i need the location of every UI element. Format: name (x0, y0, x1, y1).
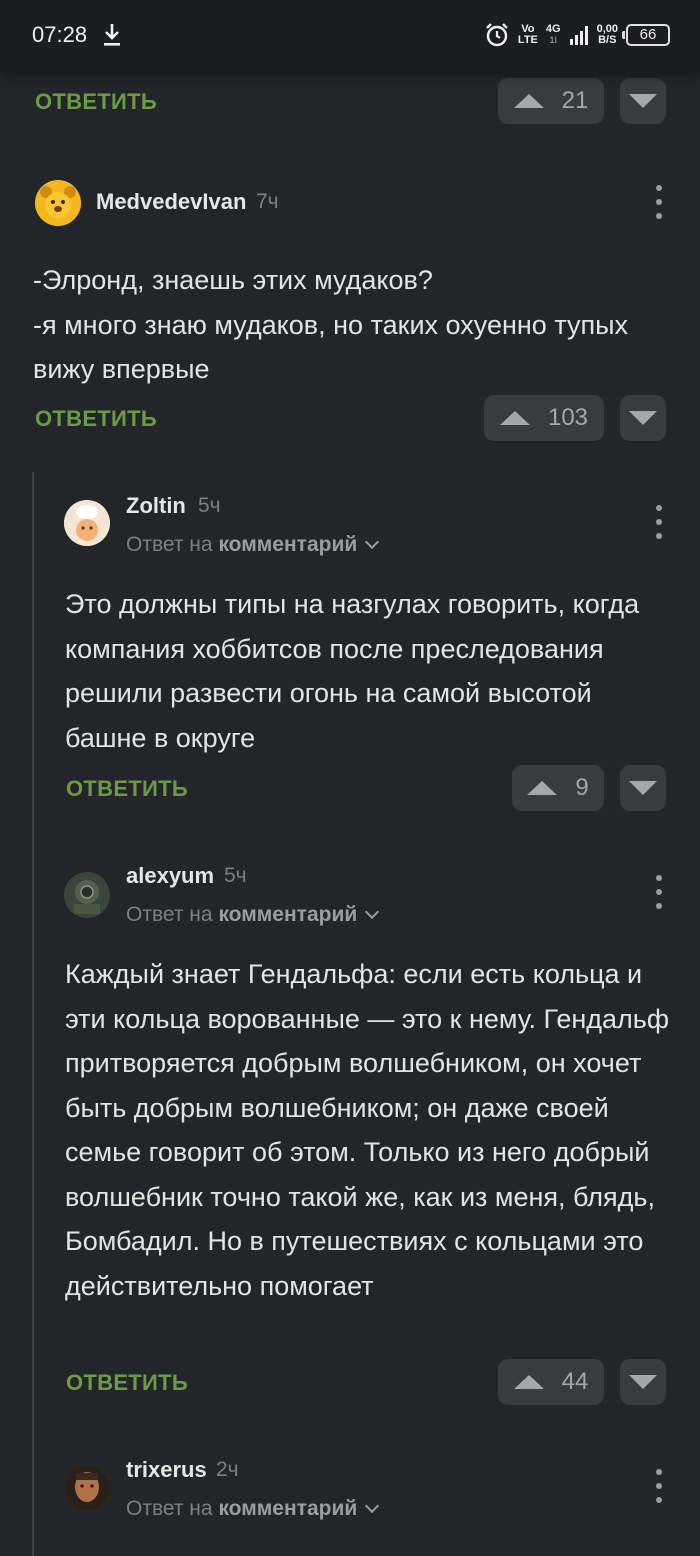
alarm-icon (486, 23, 508, 47)
reply-to-link[interactable]: Ответ на комментарий (126, 903, 380, 927)
downvote-button[interactable] (620, 1359, 666, 1405)
status-icons: Vo LTE 4G 1l 0,00 B/S 66 (484, 18, 670, 52)
reply-button[interactable]: ОТВЕТИТЬ (66, 1370, 188, 1396)
reply-button[interactable]: ОТВЕТИТЬ (66, 776, 188, 802)
portrait-avatar-icon (64, 1465, 110, 1511)
reply-to-link[interactable]: Ответ на комментарий (126, 1497, 380, 1521)
avatar[interactable] (35, 180, 81, 226)
network-indicator: 4G 1l (545, 23, 561, 46)
speed-indicator: 0,00 B/S (596, 23, 618, 46)
rating-value: 103 (547, 404, 589, 431)
downvote-button[interactable] (620, 78, 666, 124)
avatar[interactable] (64, 872, 110, 918)
avatar[interactable] (64, 500, 110, 546)
arrow-up-icon (513, 1375, 544, 1389)
chevron-down-icon (365, 1498, 380, 1514)
downvote-button[interactable] (620, 395, 666, 441)
avatar[interactable] (64, 1465, 110, 1511)
soldier-avatar-icon (64, 872, 110, 918)
arrow-up-icon (499, 411, 530, 425)
rating-value: 9 (575, 774, 589, 801)
arrow-down-icon (629, 781, 657, 795)
comment-time: 2ч (216, 1458, 239, 1481)
status-bar: 07:28 Vo LTE 4G 1l 0,00 B/S 66 (0, 0, 700, 72)
signal-icon (569, 26, 588, 45)
more-options-icon[interactable] (654, 1469, 664, 1503)
comment-time: 5ч (224, 864, 247, 887)
download-icon (104, 24, 120, 46)
more-options-icon[interactable] (654, 185, 664, 219)
comment-author[interactable]: Zoltin (126, 493, 186, 519)
reply-to-link[interactable]: Ответ на комментарий (126, 533, 380, 557)
rating-value: 44 (561, 1368, 589, 1395)
upvote-button[interactable]: 44 (498, 1359, 604, 1405)
downvote-button[interactable] (620, 765, 666, 811)
arrow-down-icon (629, 1375, 657, 1389)
upvote-button[interactable]: 21 (498, 78, 604, 124)
thread-line[interactable] (32, 472, 34, 1556)
upvote-button[interactable]: 9 (512, 765, 604, 811)
reply-button[interactable]: ОТВЕТИТЬ (35, 89, 157, 115)
comment-text: Каждый знает Гендальфа: если есть кольца… (65, 959, 677, 1301)
bear-avatar-icon (35, 180, 81, 226)
comment-author[interactable]: trixerus (126, 1457, 207, 1483)
comment-author[interactable]: MedvedevIvan (96, 189, 246, 215)
chevron-down-icon (365, 534, 380, 550)
comment-author[interactable]: alexyum (126, 863, 214, 889)
arrow-up-icon (527, 781, 558, 795)
comment-time: 5ч (198, 494, 221, 517)
comment-text: -Элронд, знаешь этих мудаков? -я много з… (33, 265, 629, 384)
status-time: 07:28 (32, 22, 88, 47)
chef-avatar-icon (64, 500, 110, 546)
volte-indicator: Vo LTE (517, 23, 538, 46)
comment-text: Это должны типы на назгулах говорить, ко… (65, 589, 647, 753)
more-options-icon[interactable] (654, 875, 664, 909)
arrow-up-icon (513, 94, 544, 108)
reply-button[interactable]: ОТВЕТИТЬ (35, 406, 157, 432)
arrow-down-icon (629, 94, 657, 108)
arrow-down-icon (629, 411, 657, 425)
rating-value: 21 (561, 87, 589, 114)
chevron-down-icon (365, 904, 380, 920)
battery-icon: 66 (622, 24, 670, 46)
more-options-icon[interactable] (654, 505, 664, 539)
comment-time: 7ч (256, 190, 279, 213)
upvote-button[interactable]: 103 (484, 395, 604, 441)
